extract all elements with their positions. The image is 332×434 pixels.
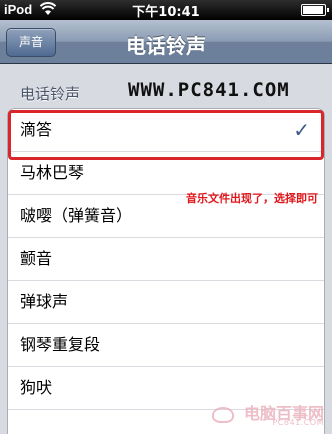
annotation-text: 音乐文件出现了，选择即可	[186, 192, 318, 205]
watermark-logo-icon	[212, 406, 235, 423]
watermark-top: WWW.PC841.COM	[128, 79, 290, 101]
section-header: 电话铃声	[20, 85, 81, 103]
navigation-bar: 声音 电话铃声	[0, 20, 332, 64]
ringtone-row[interactable]: 钢琴重复段	[8, 324, 324, 367]
ringtone-label: 颤音	[20, 249, 53, 268]
watermark-bottom: 电脑百事网 PC841.COM	[212, 400, 324, 427]
page-title: 电话铃声	[126, 34, 206, 58]
highlight-box	[8, 110, 324, 160]
battery-icon	[301, 4, 329, 16]
ringtone-row[interactable]: 弹球声	[8, 281, 324, 324]
watermark-bottom-sub: PC841.COM	[272, 418, 324, 427]
status-time: 下午10:41	[132, 5, 200, 20]
ringtone-label: 钢琴重复段	[20, 335, 101, 354]
ringtone-label: 狗吠	[20, 378, 53, 397]
ringtone-label: 啵嘤（弹簧音）	[20, 206, 133, 225]
ringtone-label: 马林巴琴	[20, 163, 85, 182]
status-bar: iPod 下午10:41	[0, 0, 332, 20]
ringtone-row[interactable]: 颤音	[8, 238, 324, 281]
ringtone-label: 弹球声	[20, 292, 69, 311]
